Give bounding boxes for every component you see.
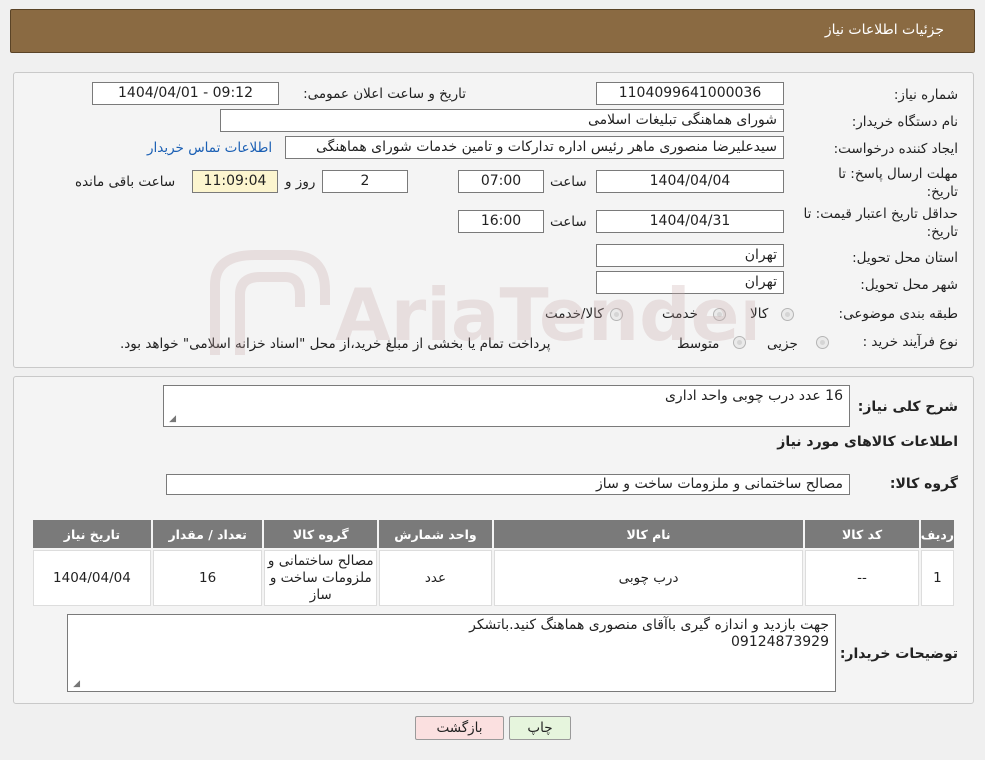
cell-name: درب چوبی bbox=[493, 550, 804, 606]
items-table-header: ردیف کد کالا نام کالا واحد شمارش گروه کا… bbox=[33, 520, 954, 548]
days-field: 2 bbox=[322, 170, 408, 193]
cell-code: -- bbox=[805, 550, 919, 606]
buyer-notes-line1: جهت بازدید و اندازه گیری باآقای منصوری ه… bbox=[469, 617, 829, 633]
cell-group: مصالح ساختمانی و ملزومات ساخت و ساز bbox=[264, 550, 378, 606]
buyer-notes-label: توضیحات خریدار: bbox=[839, 646, 958, 662]
creator-field: سیدعلیرضا منصوری ماهر رئیس اداره تدارکات… bbox=[285, 136, 784, 159]
col-date: تاریخ نیاز bbox=[33, 520, 151, 548]
buyer-org-field: شورای هماهنگی تبلیغات اسلامی bbox=[220, 109, 784, 132]
need-number-field: 1104099641000036 bbox=[596, 82, 784, 105]
purchase-note: پرداخت تمام یا بخشی از مبلغ خرید،از محل … bbox=[120, 336, 551, 352]
overall-description-box: 16 عدد درب چوبی واحد اداری ◢ bbox=[163, 385, 850, 427]
page-header: جزئیات اطلاعات نیاز bbox=[10, 9, 975, 53]
category-radio-goods[interactable] bbox=[781, 308, 794, 321]
buyer-notes-box: جهت بازدید و اندازه گیری باآقای منصوری ه… bbox=[67, 614, 836, 692]
goods-group-field: مصالح ساختمانی و ملزومات ساخت و ساز bbox=[166, 474, 850, 495]
resize-grip-icon[interactable]: ◢ bbox=[71, 680, 80, 689]
buyer-notes-line2: 09124873929 bbox=[731, 634, 829, 650]
announce-date-field: 1404/04/01 - 09:12 bbox=[92, 82, 279, 105]
category-option-goods: کالا bbox=[750, 306, 769, 322]
back-button[interactable]: بازگشت bbox=[415, 716, 504, 740]
category-option-service: خدمت bbox=[662, 306, 698, 322]
print-button[interactable]: چاپ bbox=[509, 716, 571, 740]
cell-qty: 16 bbox=[152, 550, 263, 606]
buyer-org-label: نام دستگاه خریدار: bbox=[851, 114, 958, 130]
col-qty: تعداد / مقدار bbox=[152, 520, 263, 548]
purchase-radio-minor[interactable] bbox=[816, 336, 829, 349]
overall-description-label: شرح کلی نیاز: bbox=[857, 399, 958, 415]
validity-label: حداقل تاریخ اعتبار قیمت: تا تاریخ: bbox=[803, 206, 958, 240]
purchase-option-minor: جزیی bbox=[767, 336, 798, 352]
creator-label: ایجاد کننده درخواست: bbox=[833, 141, 958, 157]
announce-date-label: تاریخ و ساعت اعلان عمومی: bbox=[303, 86, 466, 102]
province-label: استان محل تحویل: bbox=[852, 250, 958, 266]
col-code: کد کالا bbox=[805, 520, 919, 548]
page-title: جزئیات اطلاعات نیاز bbox=[824, 22, 944, 38]
validity-time-field: 16:00 bbox=[458, 210, 544, 233]
need-number-label: شماره نیاز: bbox=[893, 87, 958, 103]
validity-time-label: ساعت bbox=[550, 214, 587, 230]
days-label: روز و bbox=[285, 174, 316, 190]
remaining-time-field: 11:09:04 bbox=[192, 170, 278, 193]
deadline-time-label: ساعت bbox=[550, 174, 587, 190]
cell-unit: عدد bbox=[379, 550, 492, 606]
deadline-label: مهلت ارسال پاسخ: تا تاریخ: bbox=[838, 166, 958, 200]
items-table: ردیف کد کالا نام کالا واحد شمارش گروه کا… bbox=[31, 518, 956, 608]
cell-date: 1404/04/04 bbox=[33, 550, 151, 606]
resize-grip-icon[interactable]: ◢ bbox=[167, 415, 176, 424]
deadline-time-field: 07:00 bbox=[458, 170, 544, 193]
purchase-type-label: نوع فرآیند خرید : bbox=[862, 334, 958, 350]
col-name: نام کالا bbox=[493, 520, 804, 548]
province-field: تهران bbox=[596, 244, 784, 267]
category-label: طبقه بندی موضوعی: bbox=[838, 306, 958, 322]
table-row: 1 -- درب چوبی عدد مصالح ساختمانی و ملزوم… bbox=[33, 550, 954, 606]
goods-group-label: گروه کالا: bbox=[889, 476, 958, 492]
col-group: گروه کالا bbox=[264, 520, 378, 548]
col-row: ردیف bbox=[920, 520, 954, 548]
col-unit: واحد شمارش bbox=[379, 520, 492, 548]
city-field: تهران bbox=[596, 271, 784, 294]
city-label: شهر محل تحویل: bbox=[860, 277, 958, 293]
category-radio-goods-service[interactable] bbox=[610, 308, 623, 321]
goods-info-title: اطلاعات کالاهای مورد نیاز bbox=[777, 434, 958, 450]
category-radio-service[interactable] bbox=[713, 308, 726, 321]
overall-description-text: 16 عدد درب چوبی واحد اداری bbox=[664, 388, 843, 404]
buyer-contact-link[interactable]: اطلاعات تماس خریدار bbox=[147, 140, 272, 156]
remaining-label: ساعت باقی مانده bbox=[75, 174, 176, 190]
category-option-goods-service: کالا/خدمت bbox=[545, 306, 604, 322]
deadline-date-field: 1404/04/04 bbox=[596, 170, 784, 193]
validity-date-field: 1404/04/31 bbox=[596, 210, 784, 233]
cell-row: 1 bbox=[920, 550, 954, 606]
purchase-radio-medium[interactable] bbox=[733, 336, 746, 349]
purchase-option-medium: متوسط bbox=[677, 336, 720, 352]
